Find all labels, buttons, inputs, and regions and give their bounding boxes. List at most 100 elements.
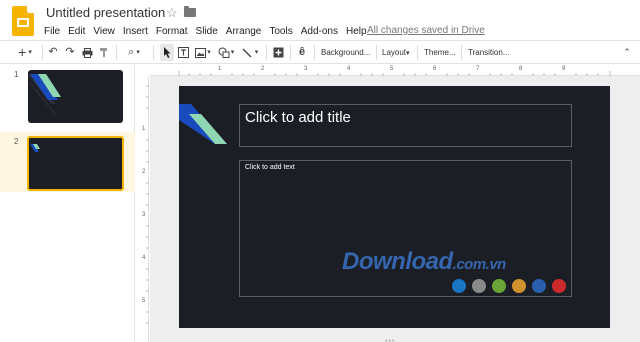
menu-file[interactable]: File [44, 25, 60, 38]
insert-image-button[interactable]: ▾ [193, 44, 213, 61]
speaker-notes-drag-handle[interactable]: ••• [385, 338, 395, 342]
transition-button[interactable]: Transition... [468, 44, 510, 61]
zoom-icon: ⌕ [128, 46, 135, 58]
select-button[interactable] [160, 44, 174, 61]
slide-thumbnail-1[interactable]: 1 [0, 65, 135, 125]
chevron-down-icon: ▾ [254, 49, 259, 56]
text-box-icon [178, 47, 189, 58]
ruler-number: 8 [519, 66, 523, 72]
vertical-ruler[interactable]: 1 2 3 4 5 [140, 76, 149, 342]
ruler-number: 4 [347, 66, 351, 72]
title-placeholder-text: Click to add title [245, 109, 351, 126]
ruler-number: 2 [261, 66, 265, 72]
toolbar-divider [314, 45, 315, 60]
menu-slide[interactable]: Slide [196, 25, 218, 38]
title-placeholder[interactable]: Click to add title [239, 104, 572, 147]
ruler-number: 5 [390, 66, 394, 72]
watermark-dots [452, 279, 572, 293]
body-placeholder[interactable]: Click to add text [239, 160, 572, 297]
toolbar-divider [266, 45, 267, 60]
toolbar-divider [376, 45, 377, 60]
menu-tools[interactable]: Tools [269, 25, 292, 38]
image-icon [195, 47, 207, 58]
undo-icon: ↶ [48, 46, 58, 58]
folder-icon[interactable] [184, 6, 196, 17]
undo-button[interactable]: ↶ [46, 44, 60, 61]
watermark-dot [532, 279, 546, 293]
slides-editor-window: Untitled presentation ☆ File Edit View I… [0, 0, 640, 342]
watermark-dot [452, 279, 466, 293]
redo-icon: ↷ [65, 46, 75, 58]
ruler-number: 3 [142, 212, 146, 218]
watermark-dot [512, 279, 526, 293]
ruler-number: 4 [142, 255, 146, 261]
plus-icon: + [18, 44, 27, 60]
menu-format[interactable]: Format [156, 25, 188, 38]
layout-button[interactable]: Layout▾ [382, 44, 410, 61]
print-button[interactable] [80, 44, 94, 61]
menu-insert[interactable]: Insert [123, 25, 148, 38]
menu-addons[interactable]: Add-ons [301, 25, 338, 38]
input-tools-icon: ê [298, 46, 306, 58]
chevron-down-icon: ▾ [136, 49, 140, 56]
paint-format-button[interactable] [97, 44, 111, 61]
save-status-link[interactable]: All changes saved in Drive [367, 24, 485, 37]
watermark-dot [472, 279, 486, 293]
insert-comment-button[interactable] [271, 44, 285, 61]
toolbar-divider [290, 45, 291, 60]
toolbar-divider [417, 45, 418, 60]
watermark-main: Download [342, 248, 453, 275]
chevron-down-icon: ▾ [28, 49, 32, 56]
print-icon [82, 47, 92, 58]
slide-decoration [30, 144, 40, 152]
watermark-dot [552, 279, 566, 293]
ruler-number: 3 [304, 66, 308, 72]
slide-decoration [28, 74, 61, 116]
ruler-number: 9 [562, 66, 566, 72]
toolbar-divider [116, 45, 117, 60]
line-button[interactable]: ▾ [239, 44, 261, 61]
ruler-number: 2 [142, 169, 146, 175]
add-comment-icon [273, 47, 283, 58]
menu-arrange[interactable]: Arrange [226, 25, 262, 38]
slide-filmstrip: 1 2 [0, 65, 135, 342]
background-button[interactable]: Background... [321, 44, 370, 61]
ruler-number: 1 [142, 126, 146, 132]
layout-label: Layout [382, 48, 407, 57]
input-tools-button[interactable]: ê [295, 44, 309, 61]
chevron-down-icon: ▾ [406, 50, 410, 57]
paint-roller-icon [100, 48, 107, 57]
slide-thumbnail-2[interactable]: 2 [0, 132, 135, 192]
chevron-down-icon: ▾ [230, 49, 235, 56]
toolbar-divider [461, 45, 462, 60]
ruler-ticks [178, 71, 611, 76]
shape-button[interactable]: ▾ [216, 44, 236, 61]
theme-button[interactable]: Theme... [424, 44, 456, 61]
cursor-arrow-icon [164, 47, 171, 58]
watermark-dot [492, 279, 506, 293]
slide-preview [28, 70, 123, 123]
slide-number: 2 [14, 137, 19, 146]
slide-number: 1 [14, 70, 19, 79]
slide-decoration [179, 104, 227, 144]
menu-view[interactable]: View [93, 25, 115, 38]
toolbar-divider [153, 45, 154, 60]
slides-logo-icon[interactable] [12, 6, 34, 36]
menu-edit[interactable]: Edit [68, 25, 85, 38]
star-icon[interactable]: ☆ [166, 5, 178, 21]
text-box-button[interactable] [177, 44, 190, 61]
slide-preview [27, 136, 124, 191]
ruler-number: 5 [142, 298, 146, 304]
zoom-button[interactable]: ⌕ ▾ [122, 44, 146, 61]
horizontal-ruler[interactable]: 1 2 3 4 5 6 7 8 9 [150, 65, 640, 76]
ruler-number: 7 [476, 66, 480, 72]
new-slide-button[interactable]: + ▾ [14, 44, 36, 61]
toolbar-divider [42, 45, 43, 60]
redo-button[interactable]: ↷ [63, 44, 77, 61]
toolbar: + ▾ ↶ ↷ ⌕ ▾ ▾ ▾ ▾ ê Background... Layout… [0, 40, 640, 64]
menu-bar: File Edit View Insert Format Slide Arran… [44, 24, 375, 38]
chevron-up-icon: ⌃ [623, 47, 631, 57]
collapse-toolbar-button[interactable]: ⌃ [620, 44, 634, 61]
menu-help[interactable]: Help [346, 25, 367, 38]
document-title[interactable]: Untitled presentation [46, 5, 165, 21]
